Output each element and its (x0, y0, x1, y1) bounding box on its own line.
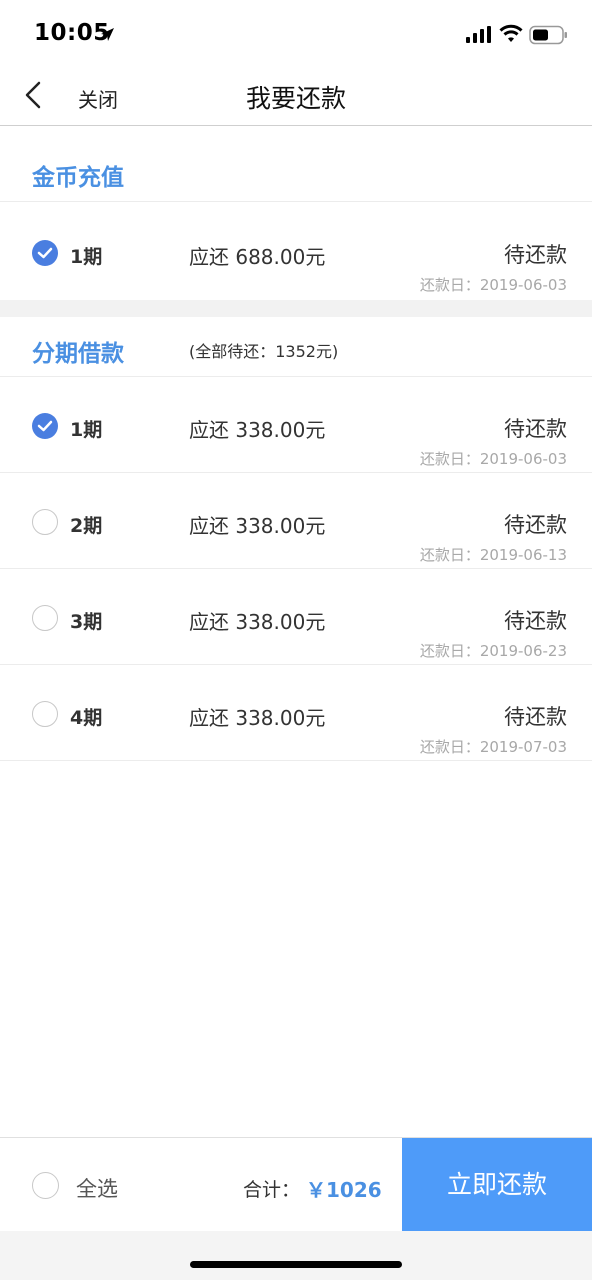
repay-status: 待还款 (504, 243, 567, 267)
due-date: 还款日：2019-06-03 (419, 276, 567, 294)
section-divider (0, 300, 592, 317)
term-label: 3期 (70, 611, 103, 633)
term-label: 1期 (70, 246, 103, 268)
due-date: 还款日：2019-06-13 (419, 546, 567, 564)
repay-now-button[interactable]: 立即还款 (402, 1138, 592, 1232)
amount-due: 应还 338.00元 (189, 706, 326, 730)
term-label: 2期 (70, 515, 103, 537)
term-label: 4期 (70, 707, 103, 729)
total-pending-note: (全部待还：1352元) (189, 342, 339, 361)
navigation-bar: 关闭 我要还款 (0, 64, 592, 126)
repay-status: 待还款 (504, 417, 567, 441)
select-all-checkbox[interactable] (32, 1172, 59, 1199)
due-date: 还款日：2019-06-03 (419, 450, 567, 468)
installment-row-1[interactable]: 1期 应还 338.00元 待还款 还款日：2019-06-03 (0, 377, 592, 473)
status-bar: 10:05 (0, 0, 592, 64)
battery-icon (529, 25, 567, 45)
installment-section-title: 分期借款 (32, 341, 124, 367)
bottom-action-bar: 全选 合计： ￥1026 立即还款 (0, 1137, 592, 1232)
repay-status: 待还款 (504, 705, 567, 729)
home-indicator-area (0, 1231, 592, 1280)
checkbox-checked[interactable] (32, 413, 58, 439)
installment-row-3[interactable]: 3期 应还 338.00元 待还款 还款日：2019-06-23 (0, 569, 592, 665)
checkbox-unchecked[interactable] (32, 605, 58, 631)
select-all-label[interactable]: 全选 (76, 1173, 118, 1203)
checkmark-icon (37, 420, 53, 432)
gold-section-title: 金币充值 (32, 165, 124, 191)
amount-due: 应还 338.00元 (189, 514, 326, 538)
page-title: 我要还款 (245, 84, 346, 113)
term-label: 1期 (70, 419, 103, 441)
status-time: 10:05 (34, 20, 110, 46)
repay-status: 待还款 (504, 513, 567, 537)
due-date: 还款日：2019-07-03 (419, 738, 567, 756)
installment-row-2[interactable]: 2期 应还 338.00元 待还款 还款日：2019-06-13 (0, 473, 592, 569)
installment-row-4[interactable]: 4期 应还 338.00元 待还款 还款日：2019-07-03 (0, 665, 592, 761)
total-amount: ￥1026 (306, 1178, 382, 1202)
home-indicator[interactable] (190, 1261, 402, 1268)
gold-section-header: 金币充值 (0, 127, 592, 202)
repay-status: 待还款 (504, 609, 567, 633)
wifi-icon (499, 24, 523, 42)
amount-due: 应还 338.00元 (189, 418, 326, 442)
checkbox-unchecked[interactable] (32, 509, 58, 535)
amount-due: 应还 338.00元 (189, 610, 326, 634)
checkmark-icon (37, 247, 53, 259)
location-arrow-icon (101, 28, 114, 41)
cellular-signal-icon (466, 26, 491, 43)
checkbox-checked[interactable] (32, 240, 58, 266)
gold-installment-row[interactable]: 1期 应还 688.00元 待还款 还款日：2019-06-03 (0, 202, 592, 300)
due-date: 还款日：2019-06-23 (419, 642, 567, 660)
total-label: 合计： (243, 1179, 301, 1201)
checkbox-unchecked[interactable] (32, 701, 58, 727)
amount-due: 应还 688.00元 (189, 245, 326, 269)
installment-section-header: 分期借款 (全部待还：1352元) (0, 317, 592, 377)
